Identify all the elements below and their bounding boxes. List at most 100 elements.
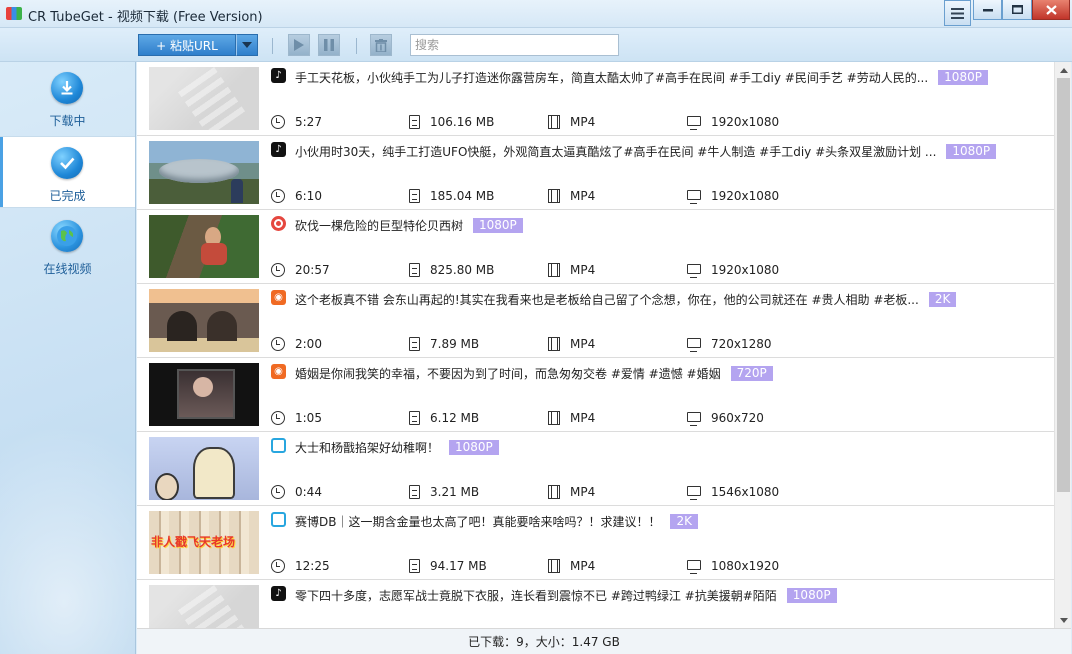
search-input[interactable] (410, 34, 619, 56)
scroll-up-button[interactable] (1055, 62, 1072, 78)
list-item[interactable]: 赛博DB｜这一期含金量也太高了吧！真能要啥来啥吗？！求建议！！2K 12:25 … (137, 506, 1054, 580)
list-item[interactable]: 砍伐一棵危险的巨型特伦贝西树 1080P 20:57 825.80 MB MP4 … (137, 210, 1054, 284)
video-title: 婚姻是你闹我笑的幸福，不要因为到了时间，而急匆匆交卷 #爱情 #遗憾 #婚姻 (295, 366, 721, 381)
resolution: 1920x1080 (687, 114, 779, 130)
duration: 5:27 (271, 114, 322, 130)
minimize-button[interactable] (973, 0, 1002, 20)
file-size: 6.12 MB (409, 410, 479, 426)
title-bar: CR TubeGet - 视频下载 (Free Version) (0, 0, 1072, 28)
film-icon (548, 559, 560, 573)
paste-url-dropdown-button[interactable] (236, 34, 258, 56)
file-icon (409, 559, 420, 573)
format: MP4 (548, 558, 595, 574)
file-icon (409, 411, 420, 425)
sidebar-item-label: 下载中 (49, 114, 86, 128)
duration: 6:10 (271, 188, 322, 204)
toolbar-divider (272, 38, 273, 54)
hamburger-icon (951, 7, 964, 19)
file-size: 3.21 MB (409, 484, 479, 500)
list-item[interactable]: ◉ 婚姻是你闹我笑的幸福，不要因为到了时间，而急匆匆交卷 #爱情 #遗憾 #婚姻… (137, 358, 1054, 432)
duration: 20:57 (271, 262, 330, 278)
sidebar-item-downloading[interactable]: 下载中 (0, 62, 135, 134)
resolution: 1920x1080 (687, 188, 779, 204)
list-item[interactable]: ◉ 这个老板真不错 会东山再起的!其实在我看来也是老板给自己留了个念想，你在，他… (137, 284, 1054, 358)
format: MP4 (548, 410, 595, 426)
video-thumbnail (149, 363, 259, 426)
resolution: 1920x1080 (687, 262, 779, 278)
format: MP4 (548, 262, 595, 278)
clock-icon (271, 263, 285, 277)
duration: 2:00 (271, 336, 322, 352)
kuaishou-icon: ◉ (271, 364, 286, 379)
duration: 1:05 (271, 410, 322, 426)
close-icon (1045, 4, 1057, 15)
sidebar-item-online-video[interactable]: 在线视频 (0, 210, 135, 282)
monitor-icon (687, 486, 701, 500)
video-thumbnail (149, 511, 259, 574)
film-icon (548, 485, 560, 499)
scroll-down-button[interactable] (1055, 612, 1072, 628)
quality-badge: 720P (730, 365, 773, 381)
menu-button[interactable] (944, 0, 971, 26)
clock-icon (271, 411, 285, 425)
quality-badge: 1080P (938, 69, 988, 85)
film-icon (548, 115, 560, 129)
sidebar: 下载中 已完成 在线视频 (0, 62, 136, 654)
status-summary: 已下载：9，大小：1.47 GB (468, 635, 620, 649)
chevron-down-icon (1059, 617, 1068, 623)
monitor-icon (687, 560, 701, 574)
close-button[interactable] (1032, 0, 1070, 20)
file-size: 94.17 MB (409, 558, 487, 574)
clock-icon (271, 337, 285, 351)
video-title: 零下四十多度，志愿军战士竟脱下衣服，连长看到震惊不已 #跨过鸭绿江 #抗美援朝#… (295, 588, 777, 603)
video-thumbnail (149, 215, 259, 278)
film-icon (548, 189, 560, 203)
video-thumbnail (149, 141, 259, 204)
monitor-icon (687, 338, 701, 352)
monitor-icon (687, 190, 701, 204)
list-item[interactable]: 大士和杨戬掐架好幼稚啊！ 1080P 0:44 3.21 MB MP4 1546x… (137, 432, 1054, 506)
pause-icon (324, 39, 334, 51)
delete-button[interactable] (370, 34, 392, 56)
file-icon (409, 189, 420, 203)
video-thumbnail (149, 585, 259, 628)
clock-icon (271, 559, 285, 573)
video-thumbnail (149, 67, 259, 130)
pause-button[interactable] (318, 34, 340, 56)
play-button[interactable] (288, 34, 310, 56)
list-item[interactable]: ♪ 小伙用时30天，纯手工打造UFO快艇，外观简直太逼真酷炫了#高手在民间 #牛… (137, 136, 1054, 210)
download-icon (51, 72, 83, 104)
vertical-scrollbar[interactable] (1054, 62, 1071, 628)
quality-badge: 1080P (473, 217, 523, 233)
tiktok-icon: ♪ (271, 142, 286, 157)
duration: 12:25 (271, 558, 330, 574)
format: MP4 (548, 336, 595, 352)
maximize-button[interactable] (1002, 0, 1032, 20)
video-title: 这个老板真不错 会东山再起的!其实在我看来也是老板给自己留了个念想，你在，他的公… (295, 292, 919, 307)
film-icon (548, 411, 560, 425)
chevron-down-icon (242, 42, 252, 48)
status-bar: 已下载：9，大小：1.47 GB (137, 628, 1071, 654)
paste-url-button[interactable]: + 粘贴URL (138, 34, 236, 56)
quality-badge: 1080P (449, 439, 499, 455)
sidebar-item-label: 在线视频 (43, 262, 92, 276)
tiktok-icon: ♪ (271, 68, 286, 83)
film-icon (548, 263, 560, 277)
quality-badge: 2K (928, 291, 957, 307)
clock-icon (271, 115, 285, 129)
file-icon (409, 337, 420, 351)
trash-icon (375, 38, 387, 52)
chevron-up-icon (1059, 67, 1068, 73)
resolution: 1546x1080 (687, 484, 779, 500)
scroll-thumb[interactable] (1057, 78, 1070, 492)
format: MP4 (548, 484, 595, 500)
monitor-icon (687, 116, 701, 130)
monitor-icon (687, 412, 701, 426)
list-item[interactable]: ♪ 手工天花板，小伙纯手工为儿子打造迷你露营房车，简直太酷太帅了#高手在民间 #… (137, 62, 1054, 136)
clock-icon (271, 485, 285, 499)
video-title: 砍伐一棵危险的巨型特伦贝西树 (295, 218, 464, 233)
sidebar-item-completed[interactable]: 已完成 (0, 136, 135, 208)
file-icon (409, 485, 420, 499)
list-item[interactable]: ♪ 零下四十多度，志愿军战士竟脱下衣服，连长看到震惊不已 #跨过鸭绿江 #抗美援… (137, 580, 1054, 628)
play-icon (294, 39, 304, 51)
